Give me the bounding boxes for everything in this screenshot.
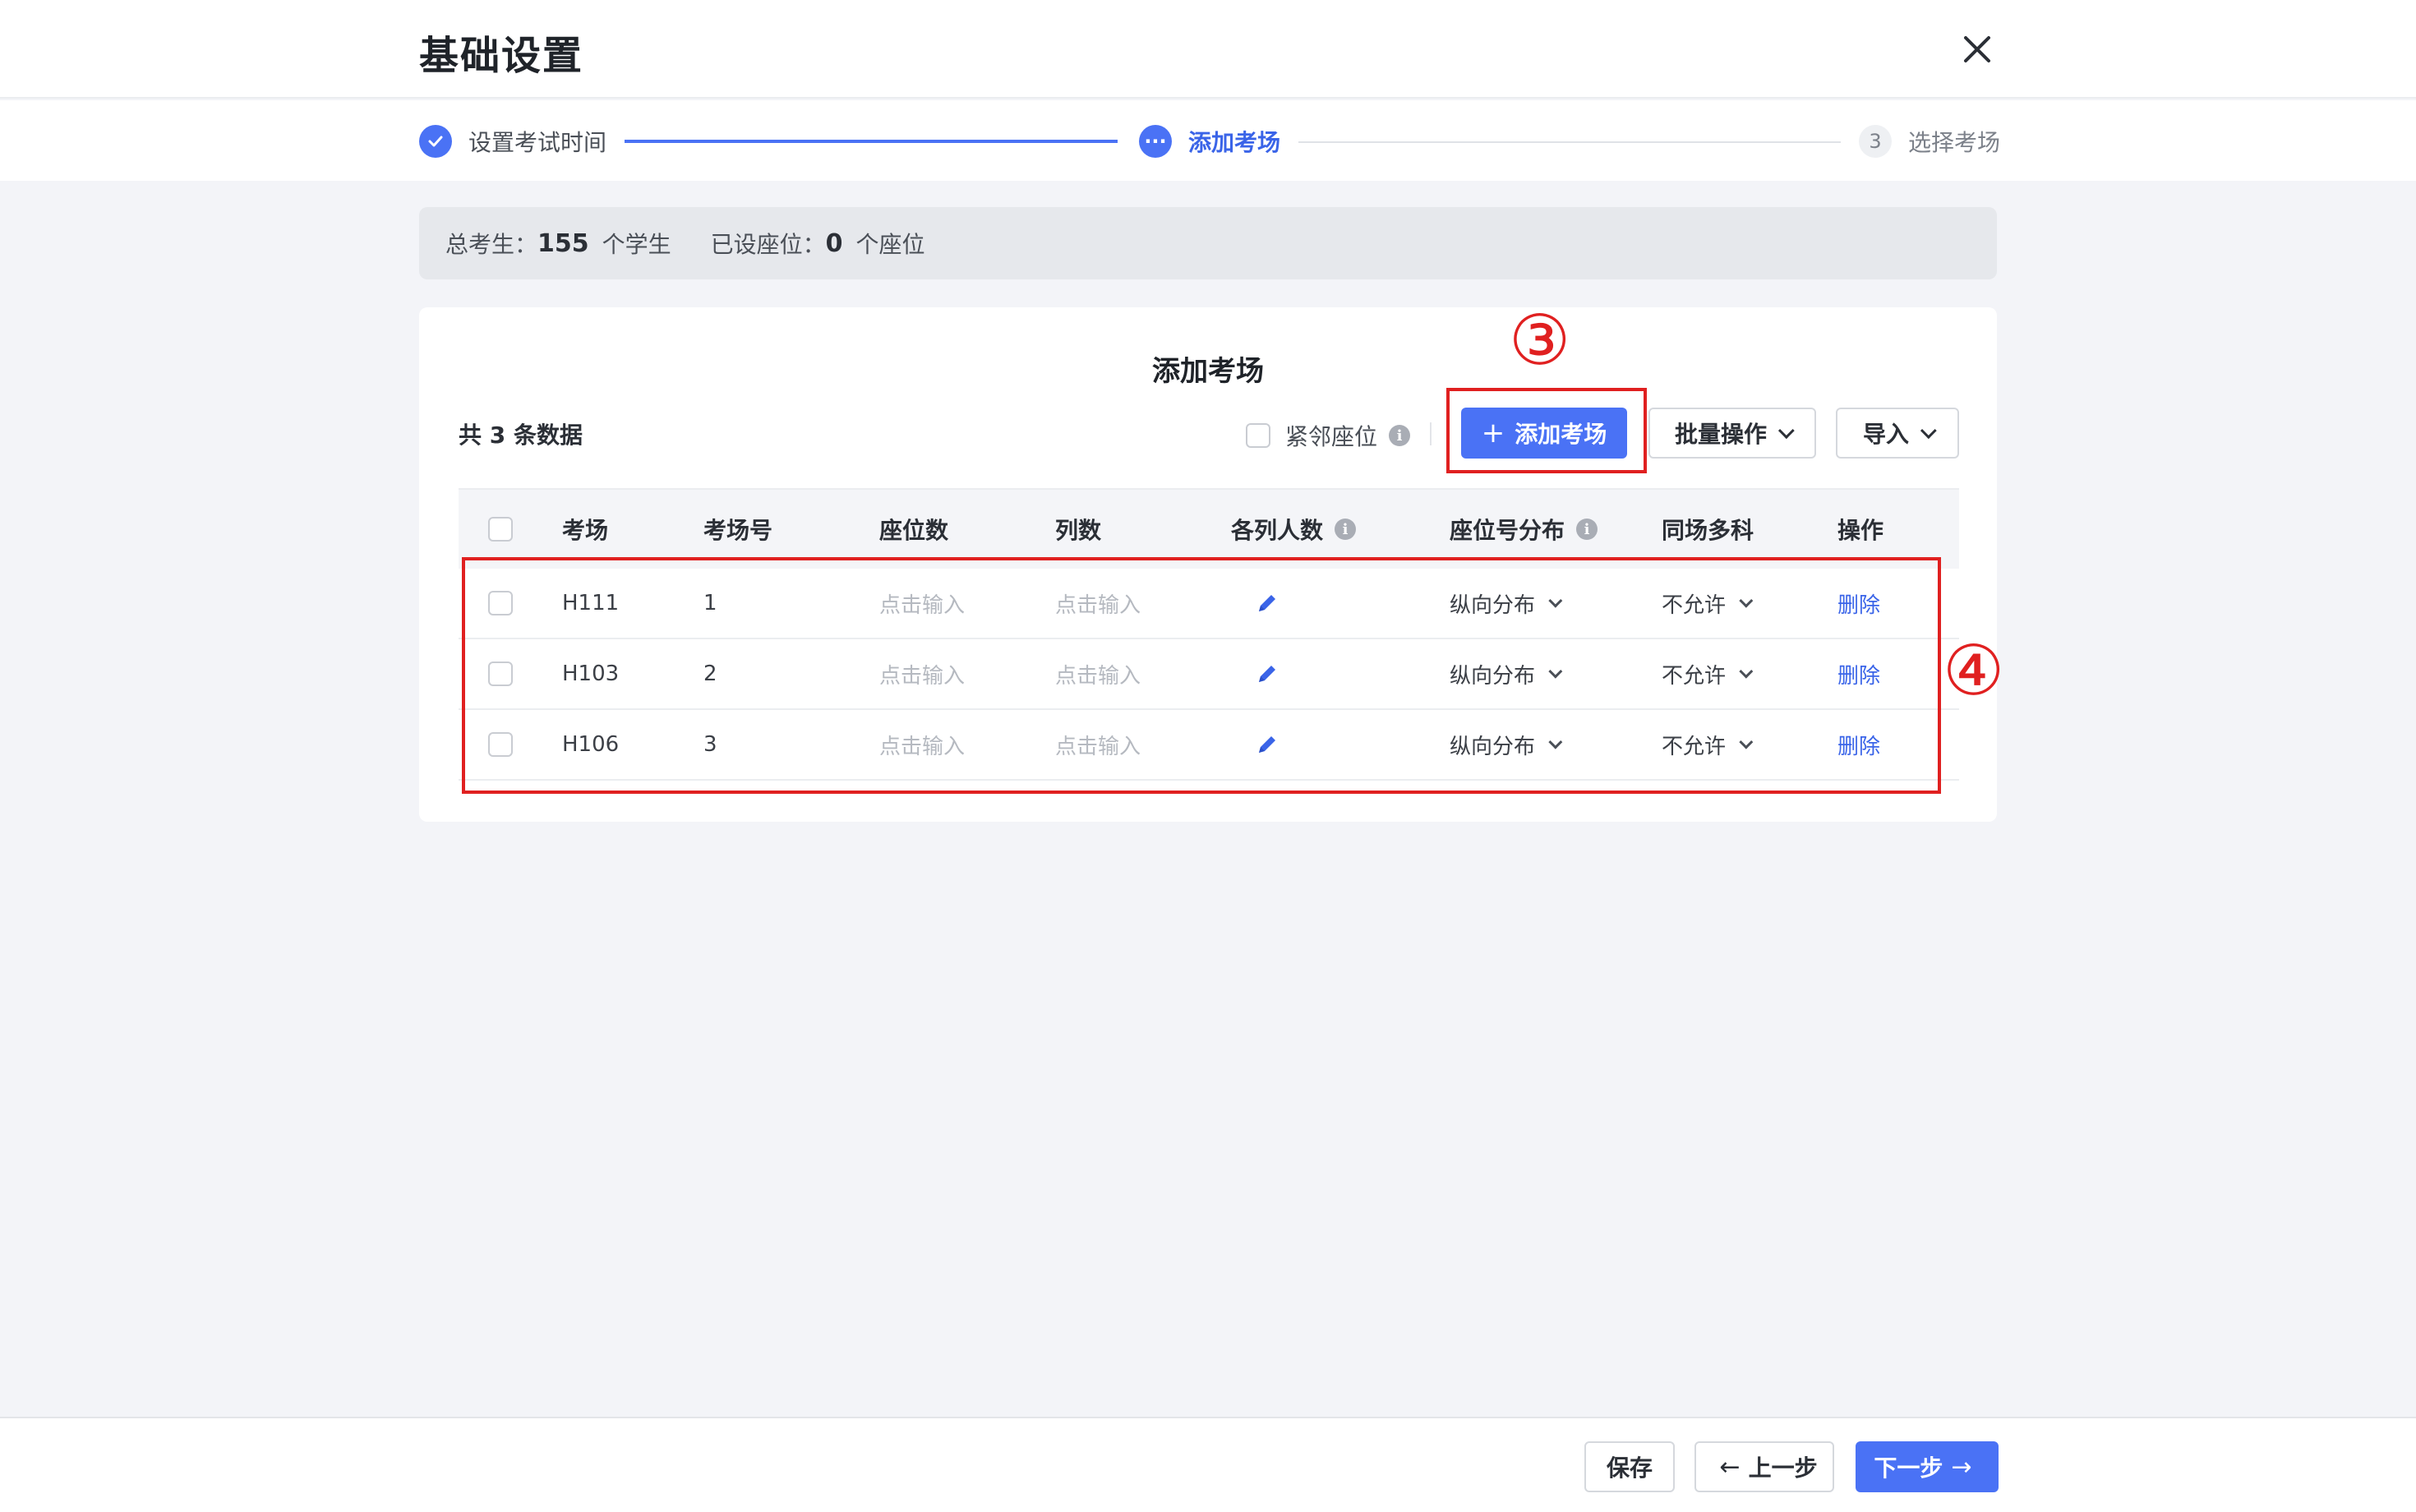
arrow-right-icon: → — [1951, 1452, 1972, 1482]
assigned-seats-unit: 个座位 — [855, 231, 925, 258]
chevron-down-icon — [1920, 422, 1937, 440]
adjacent-seat-checkbox[interactable] — [1246, 423, 1270, 448]
save-button[interactable]: 保存 — [1584, 1441, 1675, 1492]
step-connector-done — [625, 140, 1118, 143]
step-select-room: 3 选择考场 — [1859, 123, 2000, 159]
chevron-down-icon — [1777, 422, 1795, 440]
summary-bar: 总考生： 155 个学生 已设座位： 0 个座位 — [419, 207, 1997, 279]
prev-step-label: 上一步 — [1748, 1454, 1818, 1482]
assigned-seats-label: 已设座位： — [710, 231, 826, 258]
step-add-room: ··· 添加考场 — [1139, 123, 1280, 159]
total-students-label: 总考生： — [445, 231, 538, 258]
import-label: 导入 — [1862, 421, 1909, 448]
info-icon[interactable]: i — [1389, 425, 1411, 446]
arrow-left-icon: ← — [1719, 1452, 1741, 1482]
step-set-time: 设置考试时间 — [419, 123, 606, 159]
header-per-column-label: 各列人数 — [1231, 517, 1324, 544]
total-students-value: 155 — [537, 228, 589, 258]
dialog-footer: 保存 ← 上一步 下一步 → — [0, 1417, 2416, 1512]
batch-action-label: 批量操作 — [1674, 421, 1767, 448]
check-icon — [419, 125, 452, 158]
next-step-button[interactable]: 下一步 → — [1856, 1441, 1999, 1492]
header-distribution-label: 座位号分布 — [1450, 517, 1565, 544]
annotation-number-4: ④ — [1943, 630, 2005, 711]
prev-step-button[interactable]: ← 上一步 — [1694, 1441, 1834, 1492]
dialog-title: 基础设置 — [419, 33, 584, 79]
dialog-header: 基础设置 — [0, 0, 2416, 99]
divider — [1430, 422, 1432, 445]
step-label: 设置考试时间 — [468, 129, 607, 156]
batch-action-button[interactable]: 批量操作 — [1648, 408, 1816, 459]
info-icon[interactable]: i — [1576, 519, 1598, 540]
close-icon[interactable] — [1956, 28, 1999, 71]
step-label: 添加考场 — [1188, 129, 1281, 156]
import-button[interactable]: 导入 — [1836, 408, 1959, 459]
select-all-checkbox[interactable] — [488, 517, 513, 542]
adjacent-seat-option[interactable]: 紧邻座位 i — [1246, 419, 1411, 452]
record-count: 共 3 条数据 — [459, 422, 583, 449]
adjacent-seat-label: 紧邻座位 — [1285, 423, 1378, 450]
annotation-box-rows — [462, 557, 1941, 794]
more-icon: ··· — [1139, 125, 1172, 158]
info-icon[interactable]: i — [1335, 519, 1357, 540]
assigned-seats-value: 0 — [825, 228, 843, 258]
card-title: 添加考场 — [1152, 355, 1264, 388]
step-connector-pending — [1298, 141, 1841, 143]
steps-bar: 设置考试时间 ··· 添加考场 3 选择考场 — [0, 100, 2416, 181]
annotation-number-3: ③ — [1509, 300, 1571, 380]
next-step-label: 下一步 — [1874, 1454, 1943, 1482]
step-number: 3 — [1859, 125, 1892, 158]
total-students-unit: 个学生 — [602, 231, 671, 258]
step-label: 选择考场 — [1908, 129, 2001, 156]
annotation-box-add — [1446, 388, 1647, 473]
save-label: 保存 — [1606, 1454, 1653, 1482]
